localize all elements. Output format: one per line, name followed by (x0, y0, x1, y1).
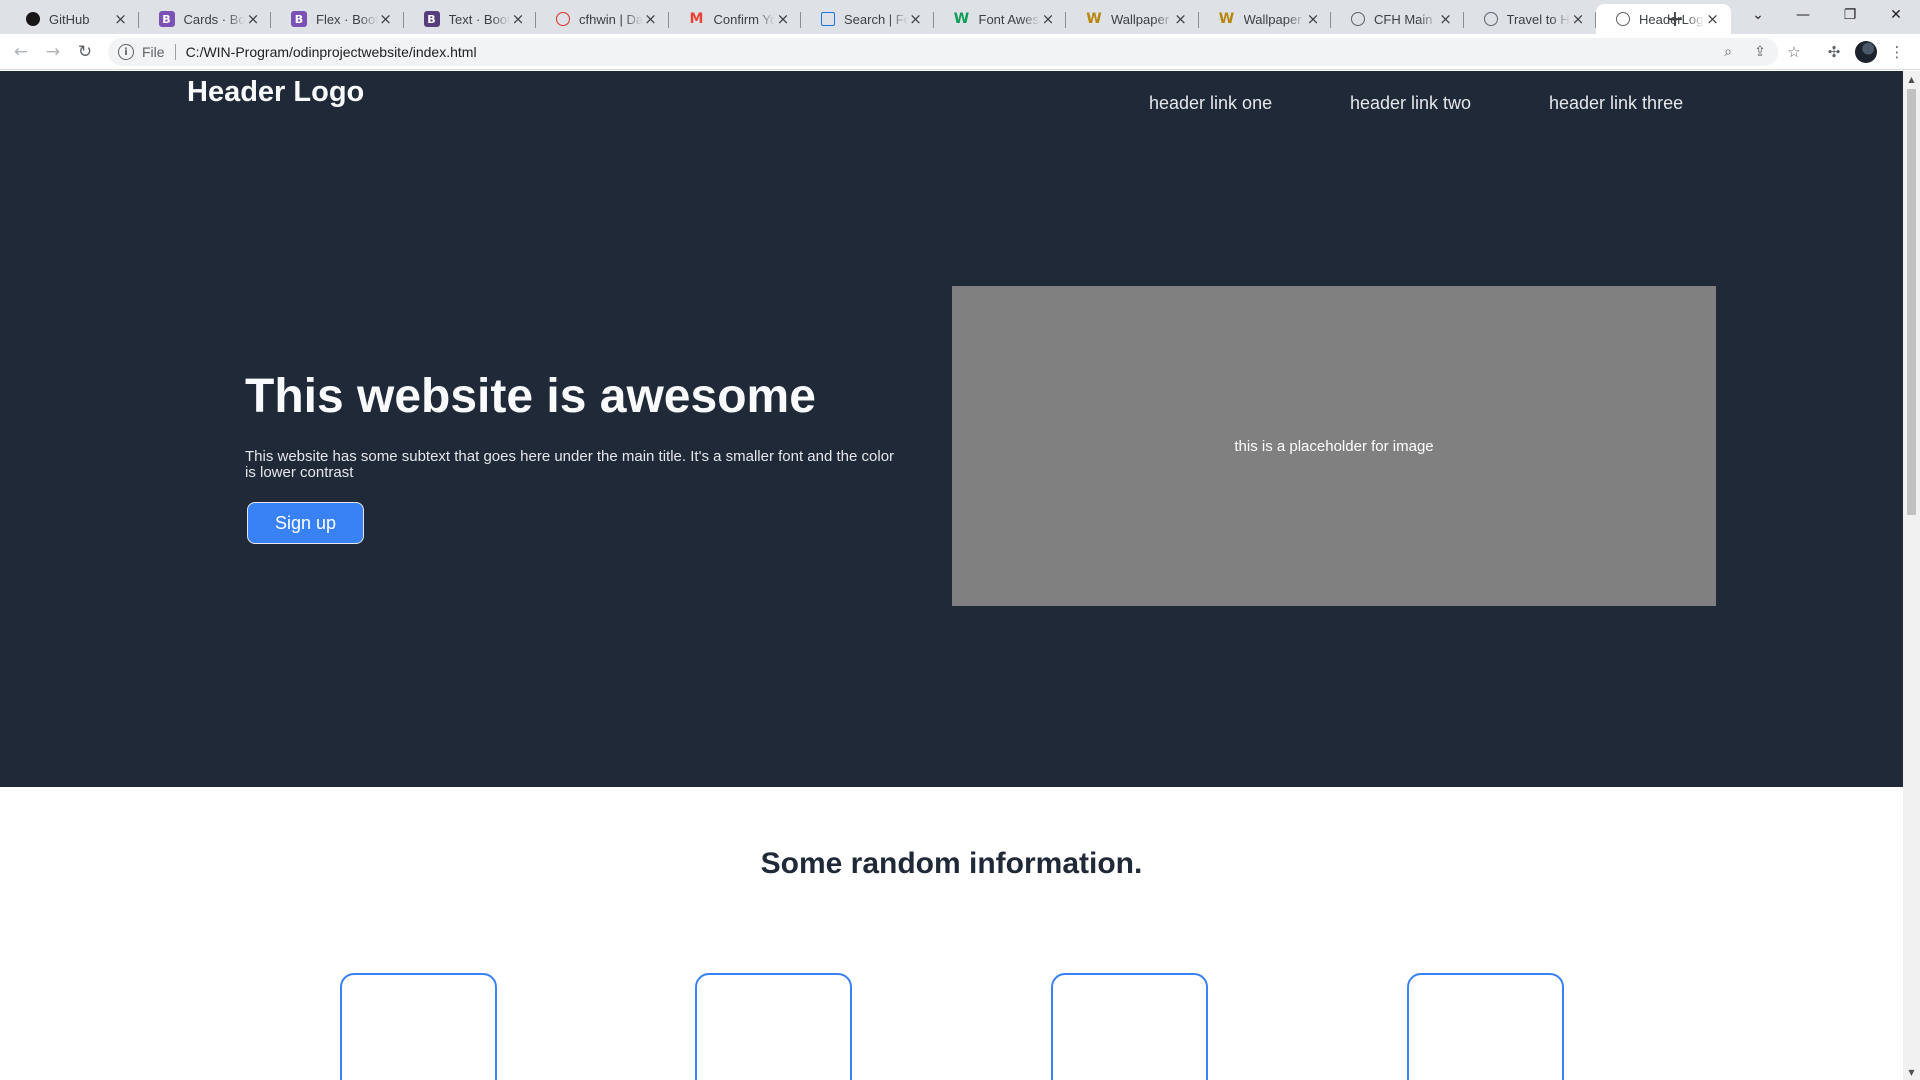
browser-tab-strip: GitHub×BCards · Bootstrap×BFlex · Bootst… (0, 0, 1920, 34)
tab-close-icon[interactable]: × (643, 10, 659, 28)
browser-tab[interactable]: B Flex · Bootstrap× (271, 4, 404, 34)
site-info-icon[interactable]: i (118, 44, 134, 60)
bootstrap-icon: B (423, 11, 440, 27)
info-title: Some random information. (760, 847, 1143, 880)
browser-tab[interactable]: Search | Font× (801, 4, 934, 34)
tab-title: Confirm Your (713, 11, 776, 27)
bookmark-star-icon[interactable]: ☆ (1784, 42, 1804, 62)
browser-tab[interactable]: cfhwin | Dashboard× (536, 4, 669, 34)
new-tab-button[interactable]: + (1661, 5, 1689, 33)
browser-tab[interactable]: W Font Awesome× (934, 4, 1066, 34)
restore-icon[interactable]: ❐ (1827, 0, 1873, 30)
page-scrollbar[interactable]: ▲ ▼ (1903, 71, 1920, 1080)
page-viewport: Header Logo header link one header link … (0, 71, 1903, 1080)
info-card (340, 973, 497, 1080)
menu-kebab-icon[interactable]: ⋮ (1887, 42, 1907, 62)
tab-close-icon[interactable]: × (908, 10, 924, 28)
site-header-hero: Header Logo header link one header link … (0, 71, 1903, 787)
share-icon[interactable]: ⇪ (1750, 42, 1770, 62)
reload-icon[interactable]: ↻ (71, 38, 99, 66)
wix-icon: W (1218, 11, 1235, 27)
scroll-down-icon[interactable]: ▼ (1903, 1064, 1920, 1080)
tab-close-icon[interactable]: × (775, 10, 791, 28)
tab-close-icon[interactable]: × (113, 10, 129, 28)
globe-icon (1351, 12, 1365, 26)
info-card (1051, 973, 1208, 1080)
tab-close-icon[interactable]: × (245, 10, 261, 28)
browser-tab[interactable]: B Text · Bootstrap× (404, 4, 536, 34)
header-link-two[interactable]: header link two (1350, 93, 1471, 114)
header-link-three[interactable]: header link three (1549, 93, 1683, 114)
browser-tab[interactable]: B Cards · Bootstrap× (139, 4, 271, 34)
tab-title: Wallpaper Mo (1111, 11, 1173, 27)
info-card (695, 973, 852, 1080)
dashboard-icon (556, 12, 570, 26)
tab-close-icon[interactable]: × (1438, 10, 1454, 28)
tab-title: Flex · Bootstrap (316, 11, 378, 27)
minimize-icon[interactable]: — (1780, 0, 1826, 30)
profile-avatar[interactable] (1855, 41, 1877, 63)
tab-title: GitHub (49, 11, 90, 27)
tab-search-icon[interactable]: ⌄ (1735, 0, 1781, 30)
extensions-icon[interactable]: ✣ (1824, 42, 1844, 62)
tab-title: Travel to Hu (1506, 11, 1571, 27)
tab-title: Font Awesome (978, 11, 1041, 27)
tab-title: Text · Bootstrap (448, 11, 511, 27)
placeholder-label: this is a placeholder for image (1234, 437, 1434, 455)
close-window-icon[interactable]: ✕ (1873, 0, 1919, 30)
tab-close-icon[interactable]: × (1040, 10, 1056, 28)
hero-image-placeholder: this is a placeholder for image (952, 286, 1716, 606)
tab-close-icon[interactable]: × (378, 10, 394, 28)
url-text[interactable]: C:/WIN-Program/odinprojectwebsite/index.… (186, 44, 477, 60)
hero-title: This website is awesome (245, 370, 816, 423)
tab-title: Cards · Bootstrap (183, 11, 246, 27)
tab-title: CFH Main (1374, 11, 1433, 27)
tab-close-icon[interactable]: × (1570, 10, 1586, 28)
wix-icon: W (953, 11, 970, 27)
wix-icon: W (1086, 11, 1102, 27)
flag-icon (821, 12, 835, 26)
gmail-icon: M (689, 11, 704, 27)
tab-close-icon[interactable]: × (1173, 10, 1189, 28)
tab-close-icon[interactable]: × (1705, 10, 1721, 28)
header-link-one[interactable]: header link one (1149, 93, 1272, 114)
hero-subtext: This website has some subtext that goes … (245, 448, 895, 481)
tab-close-icon[interactable]: × (510, 10, 526, 28)
browser-tab[interactable]: W Wallpaper Mo× (1199, 4, 1331, 34)
browser-tab[interactable]: Travel to Hu × (1464, 4, 1596, 34)
tab-close-icon[interactable]: × (1305, 10, 1321, 28)
globe-icon (1616, 12, 1630, 26)
browser-tab[interactable]: CFH Main × (1331, 4, 1464, 34)
tab-title: cfhwin | Dashboard (579, 11, 643, 27)
back-icon[interactable]: ← (7, 38, 35, 66)
scroll-up-icon[interactable]: ▲ (1903, 71, 1920, 87)
scroll-thumb[interactable] (1907, 89, 1916, 515)
url-scheme-label: File (142, 44, 165, 60)
info-card (1407, 973, 1564, 1080)
browser-tab[interactable]: GitHub × (6, 4, 139, 34)
bootstrap-icon: B (291, 11, 307, 27)
zoom-icon[interactable]: ⌕ (1718, 42, 1738, 62)
github-icon (26, 12, 40, 26)
tab-title: Search | Font (844, 11, 908, 27)
address-bar[interactable]: i File C:/WIN-Program/odinprojectwebsite… (108, 38, 1778, 66)
tab-title: Wallpaper Mo (1243, 11, 1306, 27)
browser-tab[interactable]: W Wallpaper Mo× (1066, 4, 1199, 34)
browser-toolbar: ← → ↻ i File C:/WIN-Program/odinprojectw… (0, 34, 1920, 70)
forward-icon[interactable]: → (39, 38, 67, 66)
browser-tab[interactable]: M Confirm Your× (669, 4, 801, 34)
url-divider (174, 44, 176, 60)
info-section: Some random information. (7, 787, 1896, 1080)
globe-icon (1483, 12, 1498, 26)
bootstrap-icon: B (158, 11, 175, 27)
sign-up-button[interactable]: Sign up (247, 502, 364, 544)
header-logo[interactable]: Header Logo (187, 76, 364, 109)
